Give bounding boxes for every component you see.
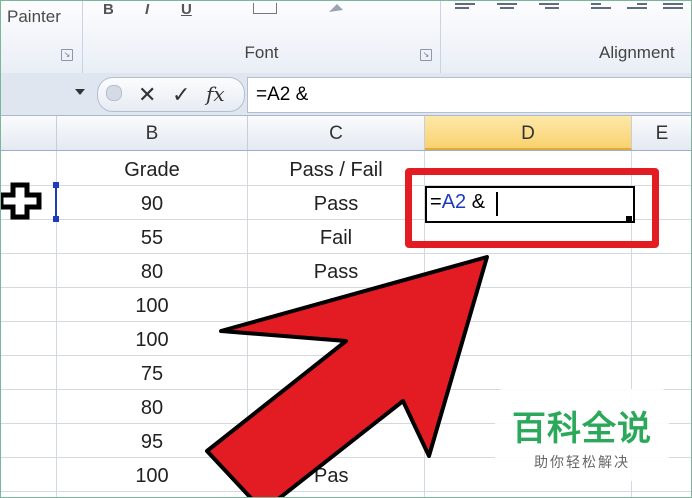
watermark: 百科全说 助你轻松解决 (495, 389, 669, 481)
watermark-title: 百科全说 (512, 409, 652, 449)
excel-window: Painter ↘ B I U Font ↘ Alignment ✕ ✓ fx … (0, 0, 692, 498)
watermark-subtitle: 助你轻松解决 (534, 455, 630, 471)
